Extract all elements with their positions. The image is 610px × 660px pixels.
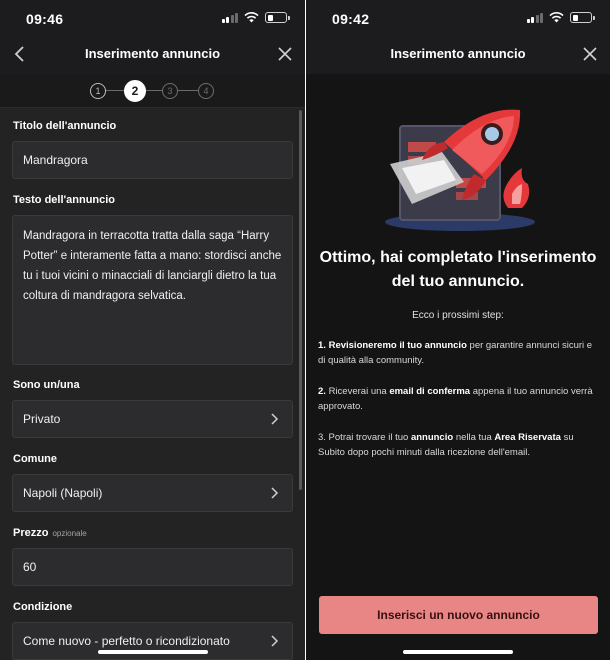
optional-tag: opzionale [52,529,87,538]
comune-label: Comune [13,453,57,465]
comune-select[interactable]: Napoli (Napoli) [12,474,293,512]
titolo-label: Titolo dell'annuncio [13,120,117,132]
nav-bar: Inserimento annuncio [306,36,610,74]
status-time: 09:42 [332,11,370,27]
step-2: 2 [124,80,146,102]
status-bar: 09:42 [306,0,610,36]
progress-stepper: 1 2 3 4 [0,74,305,108]
status-bar: 09:46 [0,0,305,36]
step-4: 4 [198,83,214,99]
condizione-select[interactable]: Come nuovo - perfetto o ricondizionato [12,622,293,660]
signal-icon [526,12,543,23]
home-indicator[interactable] [403,650,513,654]
wifi-icon [244,12,259,23]
battery-icon [570,12,595,23]
success-heading: Ottimo, hai completato l'inserimento del… [319,249,597,290]
step-1: 1 [90,83,106,99]
success-content: Ottimo, hai completato l'inserimento del… [306,74,610,660]
prezzo-input[interactable]: 60 [12,548,293,586]
signal-icon [221,12,238,23]
close-icon[interactable] [580,44,600,64]
sono-select[interactable]: Privato [12,400,293,438]
home-indicator[interactable] [97,650,208,654]
testo-textarea[interactable]: Mandragora in terracotta tratta dalla sa… [12,215,293,365]
status-time: 09:46 [26,11,64,27]
chevron-right-icon [271,487,279,499]
titolo-input[interactable]: Mandragora [12,141,293,179]
sono-label: Sono un/una [13,379,80,391]
nav-bar: Inserimento annuncio [0,36,305,74]
chevron-right-icon [271,413,279,425]
testo-label: Testo dell'annuncio [13,194,116,206]
page-title: Inserimento annuncio [390,46,526,61]
page-title: Inserimento annuncio [84,46,221,61]
scrollbar[interactable] [299,110,302,490]
next-step-2: 2. Riceverai una email di conferma appen… [318,386,593,412]
close-icon[interactable] [275,44,295,64]
step-3: 3 [162,83,178,99]
left-screen: 09:46 Inserimento annuncio 1 2 3 4 Titol… [0,0,305,660]
wifi-icon [549,12,564,23]
right-screen: 09:42 Inserimento annuncio Ottimo, hai c… [305,0,610,660]
next-step-1: 1. Revisioneremo il tuo annuncio per gar… [318,340,593,366]
rocket-launch-illustration [385,109,535,231]
condizione-label: Condizione [13,601,73,613]
new-ad-button[interactable]: Inserisci un nuovo annuncio [319,596,598,634]
chevron-right-icon [271,635,279,647]
next-steps-intro: Ecco i prossimi step: [412,310,504,321]
prezzo-label: Prezzo opzionale [13,527,87,539]
battery-icon [265,12,290,23]
next-step-3: 3. Potrai trovare il tuo annuncio nella … [318,432,574,458]
